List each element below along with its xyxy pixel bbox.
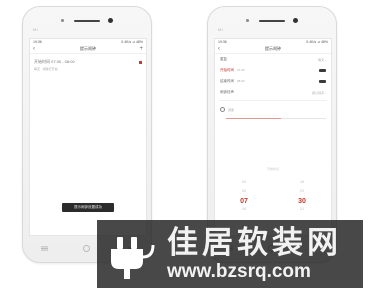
delete-marker-icon[interactable]: [139, 61, 142, 64]
ringtone-row[interactable]: 闹钟铃声 默认铃声 ›: [215, 87, 331, 98]
volume-slider[interactable]: [226, 118, 326, 119]
hour-option[interactable]: 06: [242, 188, 246, 197]
menu-key[interactable]: [39, 245, 49, 251]
start-time-value: 07:30: [237, 68, 245, 72]
back-button[interactable]: ‹: [218, 46, 226, 52]
toast-message: 提示闹钟设置成功: [62, 203, 114, 212]
brand-label: MI: [33, 27, 39, 32]
screen-right: 19:36 0.4K/s ⊿ 48% ‹ 提示闹钟 重复 每天 › 开始时间 07…: [214, 38, 332, 236]
app-bar: ‹ 提示闹钟 +: [30, 45, 146, 54]
start-time-label: 开始时间: [220, 68, 234, 72]
back-button[interactable]: ‹: [33, 46, 41, 52]
ringtone-label: 闹钟铃声: [220, 90, 234, 94]
minute-selected[interactable]: 30: [298, 197, 306, 206]
screen-left: 19:36 0.4K/s ⊿ 48% ‹ 提示闹钟 + 开始时间 07:30 -…: [29, 38, 147, 236]
status-indicators: 0.4K/s ⊿ 48%: [121, 40, 143, 44]
earpiece-speaker: [74, 20, 100, 22]
front-camera-icon: [293, 18, 298, 23]
status-time: 19:36: [33, 40, 42, 44]
minute-option[interactable]: 29: [300, 188, 304, 197]
start-time-row[interactable]: 开始时间 07:30: [215, 65, 331, 76]
repeat-row[interactable]: 重复 每天 ›: [215, 54, 331, 65]
status-indicators: 0.4K/s ⊿ 48%: [306, 40, 328, 44]
repeat-label: 重复: [220, 57, 227, 61]
hour-wheel[interactable]: 05 06 07 08: [240, 179, 248, 215]
status-time: 19:36: [218, 40, 227, 44]
hour-option[interactable]: 05: [242, 179, 246, 188]
front-camera-icon: [108, 18, 113, 23]
volume-slider-fill: [226, 118, 281, 119]
watermark-url: www.bzsrq.com: [167, 261, 311, 282]
brand-label: MI: [218, 27, 224, 32]
add-alarm-button[interactable]: +: [135, 46, 143, 52]
plug-logo-svg: [111, 237, 155, 279]
end-time-row[interactable]: 结束时间 08:00: [215, 76, 331, 87]
minute-option[interactable]: 31: [300, 206, 304, 215]
start-time-toggle[interactable]: [319, 68, 326, 73]
divider: [219, 100, 327, 101]
home-key[interactable]: [82, 244, 92, 252]
minute-wheel[interactable]: 28 29 30 31: [298, 179, 306, 215]
volume-icon: [220, 107, 225, 112]
home-icon: [83, 244, 91, 252]
end-time-value: 08:00: [237, 79, 245, 83]
page-title: 提示闹钟: [80, 46, 96, 51]
watermark-name: 佳居软装网: [167, 225, 342, 260]
list-item[interactable]: 开始时间 07:30 - 08:00 每天 · 闹钟已开启: [30, 54, 146, 73]
ringtone-value: 默认铃声 ›: [312, 90, 326, 95]
end-time-toggle[interactable]: [319, 79, 326, 84]
repeat-value: 每天 ›: [318, 57, 326, 62]
hour-selected[interactable]: 07: [240, 197, 248, 206]
proximity-sensor: [246, 19, 249, 22]
volume-label: 音量: [228, 107, 235, 112]
site-watermark: 佳居软装网 www.bzsrq.com: [97, 220, 363, 288]
end-time-label: 结束时间: [220, 79, 234, 83]
proximity-sensor: [61, 19, 64, 22]
picker-hint: 开始时间: [266, 167, 279, 171]
volume-row: 音量: [215, 103, 331, 116]
app-bar: ‹ 提示闹钟: [215, 45, 331, 54]
hour-option[interactable]: 08: [242, 206, 246, 215]
menu-icon: [40, 247, 48, 249]
earpiece-speaker: [259, 20, 285, 22]
plug-logo-icon: [100, 223, 162, 285]
minute-option[interactable]: 28: [300, 179, 304, 188]
alarm-title: 开始时间 07:30 - 08:00: [34, 59, 75, 64]
page-title: 提示闹钟: [265, 46, 281, 51]
alarm-subtitle: 每天 · 闹钟已开启: [34, 66, 58, 71]
